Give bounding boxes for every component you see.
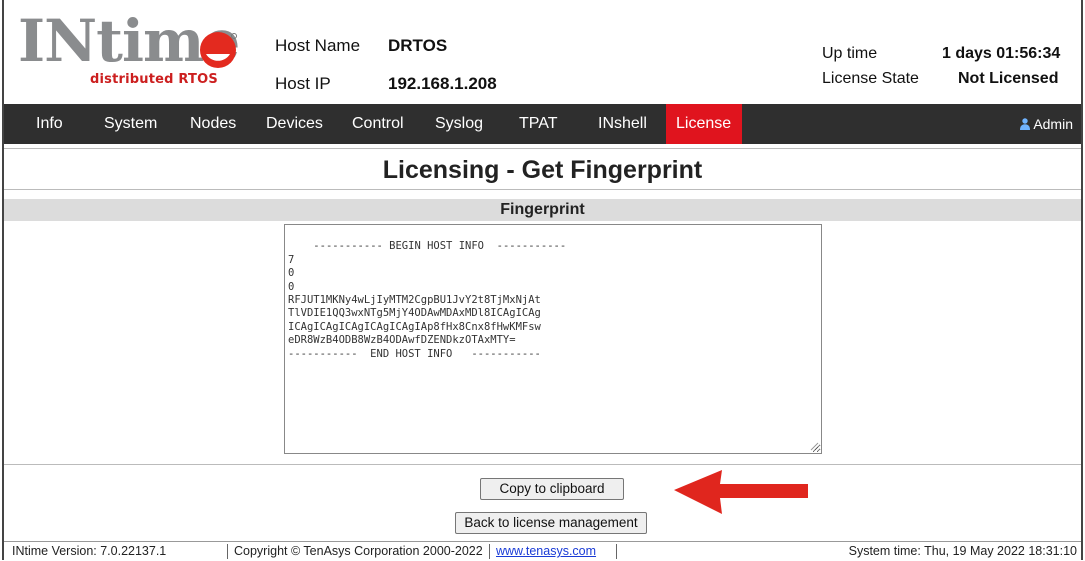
app-frame: INtime distributed RTOS Host Name DRTOS … — [2, 0, 1083, 561]
logo-tagline: distributed RTOS — [90, 72, 218, 87]
intime-logo: INtime distributed RTOS — [18, 10, 248, 92]
fingerprint-section-title: Fingerprint — [4, 199, 1081, 221]
resize-grip-icon[interactable] — [810, 442, 819, 451]
user-icon — [1020, 118, 1031, 130]
fingerprint-textarea[interactable]: ----------- BEGIN HOST INFO ----------- … — [284, 224, 822, 454]
copyright-text: Copyright © TenAsys Corporation 2000-202… — [234, 544, 483, 558]
nav-item-tpat[interactable]: TPAT — [509, 104, 568, 144]
host-ip-value: 192.168.1.208 — [388, 74, 497, 93]
nav-item-inshell[interactable]: INshell — [588, 104, 657, 144]
license-state-value: Not Licensed — [958, 70, 1059, 87]
nav-item-nodes[interactable]: Nodes — [180, 104, 246, 144]
host-name-value: DRTOS — [388, 36, 448, 55]
nav-item-control[interactable]: Control — [342, 104, 414, 144]
nav-item-system[interactable]: System — [94, 104, 167, 144]
page-title: Licensing - Get Fingerprint — [382, 156, 703, 184]
host-name-label: Host Name — [275, 36, 361, 55]
license-state-label: License State — [822, 70, 919, 87]
version-text: INtime Version: 7.0.22137.1 — [12, 544, 167, 558]
host-ip-label: Host IP — [275, 74, 331, 93]
copy-to-clipboard-button[interactable]: Copy to clipboard — [480, 478, 624, 500]
fingerprint-text: ----------- BEGIN HOST INFO ----------- … — [288, 240, 567, 360]
admin-user-menu[interactable]: Admin — [1020, 104, 1073, 144]
admin-label: Admin — [1033, 116, 1073, 132]
back-to-license-management-button[interactable]: Back to license management — [455, 512, 647, 534]
uptime-value: 1 days 01:56:34 — [942, 45, 1061, 62]
main-nav: Info System Nodes Devices Control Syslog… — [4, 104, 1081, 144]
footer: INtime Version: 7.0.22137.1 Copyright © … — [4, 541, 1081, 561]
nav-item-info[interactable]: Info — [26, 104, 73, 144]
footer-divider — [489, 544, 490, 559]
page-title-bar: Licensing - Get Fingerprint — [4, 148, 1081, 190]
nav-item-license[interactable]: License — [666, 104, 742, 144]
red-arrow-icon — [674, 470, 808, 514]
uptime-label: Up time — [822, 45, 878, 62]
footer-divider — [616, 544, 617, 559]
system-time: System time: Thu, 19 May 2022 18:31:10 — [848, 544, 1077, 558]
footer-divider — [227, 544, 228, 559]
tenasys-link[interactable]: www.tenasys.com — [496, 544, 596, 558]
logo-circle-icon — [200, 32, 237, 68]
nav-item-devices[interactable]: Devices — [256, 104, 333, 144]
nav-item-syslog[interactable]: Syslog — [425, 104, 493, 144]
header: INtime distributed RTOS Host Name DRTOS … — [4, 0, 1081, 98]
